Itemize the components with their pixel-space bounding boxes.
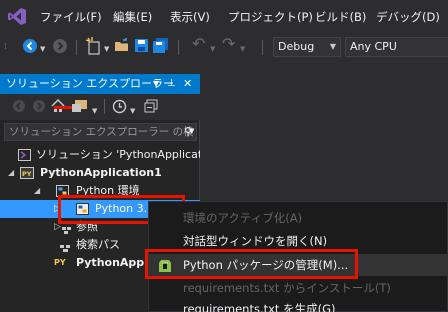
collapse-arrow-icon[interactable]: ▷ (54, 200, 61, 218)
menu-debug[interactable]: デバッグ(D) (376, 9, 440, 25)
new-project-icon[interactable] (85, 37, 102, 55)
toolbar-grip-icon: ⁞ (4, 42, 7, 52)
python-file-label: PythonApplic (76, 256, 159, 269)
switch-views-icon[interactable] (72, 99, 88, 115)
toolbar-separator (104, 99, 105, 114)
undo-icon[interactable]: ↶ (192, 36, 205, 52)
collapse-all-icon[interactable] (144, 99, 158, 115)
tree-item-project[interactable]: ◢ PY PythonApplication1 (0, 164, 200, 182)
solution-label: ソリューション 'PythonApplication (36, 148, 200, 161)
navigate-forward-icon[interactable] (52, 38, 68, 54)
package-icon (157, 258, 173, 272)
pin-icon[interactable]: ⊥ (167, 74, 176, 94)
solution-explorer-title: ソリューション エクスプローラー (6, 77, 174, 90)
filter-dropdown-icon[interactable]: ▼ (130, 103, 135, 119)
redo-icon[interactable]: ↷ (222, 36, 235, 52)
tree-item-solution[interactable]: ソリューション 'PythonApplication (0, 146, 200, 164)
python-environment-icon (76, 203, 89, 215)
context-menu: 環境のアクティブ化(A) 対話型ウィンドウを開く(N) Python パッケージ… (148, 201, 448, 312)
toolbar-separator (178, 40, 179, 55)
menu-item-manage-python-packages[interactable]: Python パッケージの管理(M)... (149, 254, 448, 276)
standard-toolbar: ⁞ ▼ ▼ ↶ ▼ ↷ ▼ Debug ▼ Any CPU (0, 32, 448, 62)
menu-bar: ファイル(F) 編集(E) 表示(V) プロジェクト(P) ビルド(B) デバッ… (0, 0, 448, 32)
views-dropdown-icon[interactable]: ▼ (92, 103, 97, 119)
menu-item-generate-requirements[interactable]: requirements.txt を生成(G) (149, 298, 448, 312)
chevron-down-icon: ▼ (329, 42, 336, 51)
menu-item-install-from-requirements[interactable]: requirements.txt からインストール(T) (149, 277, 448, 299)
project-label: PythonApplication1 (40, 166, 162, 179)
undo-dropdown-icon[interactable]: ▼ (210, 41, 215, 57)
toolbar-separator (76, 40, 77, 55)
solution-explorer-toolbar: ▼ ▼ (0, 94, 200, 120)
new-dropdown-icon[interactable]: ▼ (104, 41, 109, 57)
tree-item-python-environments[interactable]: ◢ Python 環境 (0, 182, 200, 200)
expand-arrow-icon[interactable]: ◢ (8, 164, 14, 182)
save-icon[interactable] (134, 38, 149, 54)
solution-explorer-search-input[interactable]: ソリューション エクスプローラー の検 ⚲ (4, 123, 197, 141)
back-icon[interactable] (12, 99, 26, 115)
open-folder-icon[interactable] (114, 38, 130, 54)
menu-item-label: requirements.txt からインストール(T) (183, 281, 391, 295)
python-file-icon: PY (54, 258, 66, 267)
menu-file[interactable]: ファイル(F) (40, 9, 102, 25)
collapse-arrow-icon[interactable]: ▷ (54, 218, 61, 236)
forward-icon[interactable] (32, 99, 46, 115)
toolbar-separator (262, 40, 263, 55)
references-label: 参照 (76, 220, 98, 233)
menu-view[interactable]: 表示(V) (170, 9, 210, 25)
menu-project[interactable]: プロジェクト(P) (228, 9, 313, 25)
menu-item-label: requirements.txt を生成(G) (183, 302, 336, 312)
window-position-dropdown-icon[interactable]: ▼ (153, 74, 159, 94)
back-dropdown-icon[interactable]: ▼ (40, 41, 45, 57)
solution-icon (18, 149, 31, 161)
menu-item-label: Python パッケージの管理(M)... (183, 258, 349, 272)
close-icon[interactable]: ✕ (183, 74, 192, 94)
pending-changes-filter-icon[interactable] (112, 99, 127, 115)
search-paths-label: 検索パス (76, 238, 120, 251)
save-all-icon[interactable] (152, 38, 169, 54)
menu-edit[interactable]: 編集(E) (113, 9, 152, 25)
python-project-icon: PY (20, 167, 34, 179)
menu-build[interactable]: ビルド(B) (315, 9, 366, 25)
references-icon (62, 223, 72, 235)
navigate-back-icon[interactable] (22, 38, 38, 54)
menu-item-label: 環境のアクティブ化(A) (183, 211, 303, 225)
search-placeholder: ソリューション エクスプローラー の検 (9, 126, 194, 138)
python-environments-icon (56, 185, 69, 197)
redo-dropdown-icon[interactable]: ▼ (240, 41, 245, 57)
solution-configuration-select[interactable]: Debug ▼ (273, 37, 341, 57)
solution-platform-select[interactable]: Any CPU (345, 37, 448, 57)
menu-item-activate-environment[interactable]: 環境のアクティブ化(A) (149, 207, 448, 229)
expand-arrow-icon[interactable]: ◢ (34, 182, 40, 200)
menu-item-label: 対話型ウィンドウを開く(N) (183, 234, 328, 248)
svg-text:PY: PY (22, 170, 32, 178)
solution-configuration-value: Debug (278, 40, 315, 53)
home-button-underline (54, 106, 72, 109)
solution-platform-value: Any CPU (350, 40, 397, 53)
python-3-environment-label: Python 3. (95, 202, 148, 215)
search-paths-icon (60, 241, 72, 253)
visual-studio-logo-icon (8, 8, 26, 25)
search-options-dropdown-icon[interactable]: ▼ (189, 127, 194, 135)
solution-explorer-title-bar: ソリューション エクスプローラー ▼ ⊥ ✕ (0, 74, 200, 94)
python-environments-label: Python 環境 (76, 184, 140, 197)
menu-item-open-interactive-window[interactable]: 対話型ウィンドウを開く(N) (149, 230, 448, 252)
